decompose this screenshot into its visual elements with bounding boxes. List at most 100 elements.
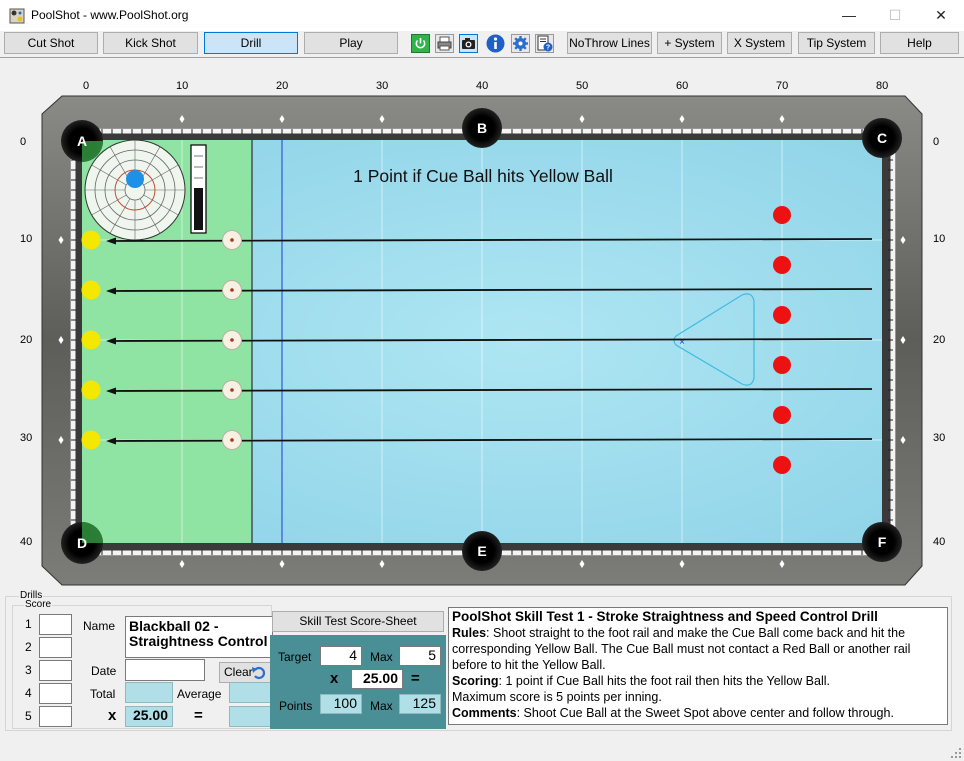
drill-comments: Comments: Shoot Cue Ball at the Sweet Sp… (452, 705, 944, 721)
red-ball (773, 456, 791, 474)
cue-ball (222, 330, 242, 350)
target-label: Target (278, 650, 312, 664)
cue-ball (222, 280, 242, 300)
skill-test-score-sheet-button[interactable]: Skill Test Score-Sheet (272, 611, 444, 632)
score-input-2[interactable] (39, 637, 72, 658)
pocket-d[interactable]: D (61, 522, 103, 564)
drill-button[interactable]: Drill (204, 32, 298, 54)
points-field: 100 (320, 694, 362, 714)
tip-system-button[interactable]: Tip System (798, 32, 875, 54)
red-ball (773, 256, 791, 274)
resize-grip-icon[interactable] (951, 748, 961, 758)
rules-label: Rules (452, 626, 487, 640)
cue-ball-tip-mark (230, 338, 234, 342)
kick-shot-button[interactable]: Kick Shot (103, 32, 198, 54)
average-label: Average (177, 687, 222, 701)
yellow-ball (81, 280, 101, 300)
drill-rules: Rules: Shoot straight to the foot rail a… (452, 625, 944, 673)
cue-ball (222, 380, 242, 400)
table-message: 1 Point if Cue Ball hits Yellow Ball (353, 166, 613, 186)
pool-table[interactable]: A B C D E F × 1 Point if Cue Ball hits Y… (0, 58, 964, 591)
drills-panel: Drills Score 1 2 3 4 5 Name Blackball 02… (5, 590, 952, 731)
drill-name-field[interactable]: Blackball 02 - Straightness Control (125, 616, 273, 658)
score-legend: Score (24, 599, 53, 610)
info-icon[interactable] (486, 34, 505, 53)
red-ball (773, 406, 791, 424)
table-area: 0 10 20 30 40 50 60 70 80 0 10 20 30 40 … (0, 57, 964, 590)
drill-scoring: Scoring: 1 point if Cue Ball hits the fo… (452, 673, 944, 689)
yellow-ball (81, 380, 101, 400)
speed-meter[interactable] (190, 144, 207, 234)
score-input-3[interactable] (39, 660, 72, 681)
close-button[interactable]: ✕ (918, 0, 964, 31)
cue-ball (222, 430, 242, 450)
score-box: Score 1 2 3 4 5 Name Blackball 02 - Stra… (12, 599, 273, 729)
yellow-ball (81, 230, 101, 250)
maximize-button[interactable]: ☐ (872, 0, 918, 31)
score-input-4[interactable] (39, 683, 72, 704)
cue-tip-position[interactable] (126, 170, 144, 188)
minimize-button[interactable]: — (826, 0, 872, 31)
red-ball (773, 206, 791, 224)
window-title: PoolShot - www.PoolShot.org (31, 8, 189, 22)
score-row-number: 5 (25, 709, 32, 723)
pocket-f-label: F (878, 534, 887, 550)
pocket-b[interactable]: B (462, 108, 502, 148)
power-icon[interactable] (411, 34, 430, 53)
status-bar (0, 738, 964, 761)
poolshot-app-icon (9, 8, 25, 24)
help-button[interactable]: Help (880, 32, 959, 54)
cut-shot-button[interactable]: Cut Shot (4, 32, 98, 54)
svg-text:?: ? (546, 45, 550, 52)
cue-ball-tip-mark (230, 388, 234, 392)
red-ball (773, 356, 791, 374)
pocket-a[interactable]: A (61, 120, 103, 162)
date-field[interactable] (125, 659, 205, 681)
points-label: Points (279, 699, 313, 713)
target-calculator: Target 4 Max 5 x 25.00 = Points 100 Max … (270, 635, 446, 729)
score-result-field (229, 706, 272, 727)
x-system-button[interactable]: X System (727, 32, 792, 54)
rules-text: : Shoot straight to the foot rail and ma… (452, 626, 911, 672)
multiply-sign: x (108, 707, 117, 724)
drill-description-title: PoolShot Skill Test 1 - Stroke Straightn… (452, 609, 878, 624)
calc-multiplier-field[interactable]: 25.00 (351, 669, 403, 689)
max-label: Max (370, 650, 393, 664)
clear-button[interactable]: Clear (219, 662, 271, 683)
cue-ball-tip-mark (230, 438, 234, 442)
print-icon[interactable] (435, 34, 454, 53)
score-row-number: 4 (25, 686, 32, 700)
comments-text: : Shoot Cue Ball at the Sweet Spot above… (516, 706, 894, 720)
date-label: Date (91, 664, 117, 678)
pocket-e[interactable]: E (462, 531, 502, 571)
pocket-f[interactable]: F (862, 522, 902, 562)
title-bar: PoolShot - www.PoolShot.org — ☐ ✕ (0, 0, 964, 31)
pocket-e-label: E (477, 543, 486, 559)
cue-ball (222, 230, 242, 250)
yellow-ball (81, 430, 101, 450)
cue-ball-tip-mark (230, 288, 234, 292)
pocket-c[interactable]: C (862, 118, 902, 158)
score-row-number: 3 (25, 663, 32, 677)
no-throw-lines-button[interactable]: NoThrow Lines (567, 32, 652, 54)
cue-tip-target[interactable] (84, 139, 186, 241)
undo-icon (252, 666, 266, 680)
score-input-1[interactable] (39, 614, 72, 635)
max-field[interactable]: 5 (399, 646, 441, 666)
red-ball (773, 306, 791, 324)
play-button[interactable]: Play (304, 32, 398, 54)
help-document-icon[interactable]: ? (535, 34, 554, 53)
camera-icon[interactable] (459, 34, 478, 53)
name-label: Name (83, 619, 116, 633)
score-input-5[interactable] (39, 706, 72, 727)
pocket-c-label: C (877, 130, 887, 146)
target-field[interactable]: 4 (320, 646, 362, 666)
max-points-field: 125 (399, 694, 441, 714)
toolbar: Cut Shot Kick Shot Drill Play ? NoThrow … (0, 31, 964, 56)
score-row-number: 1 (25, 617, 32, 631)
equals-sign: = (194, 707, 203, 724)
pocket-a-label: A (77, 133, 87, 149)
plus-system-button[interactable]: + System (657, 32, 722, 54)
settings-gear-icon[interactable] (511, 34, 530, 53)
score-multiplier-field: 25.00 (125, 706, 173, 727)
